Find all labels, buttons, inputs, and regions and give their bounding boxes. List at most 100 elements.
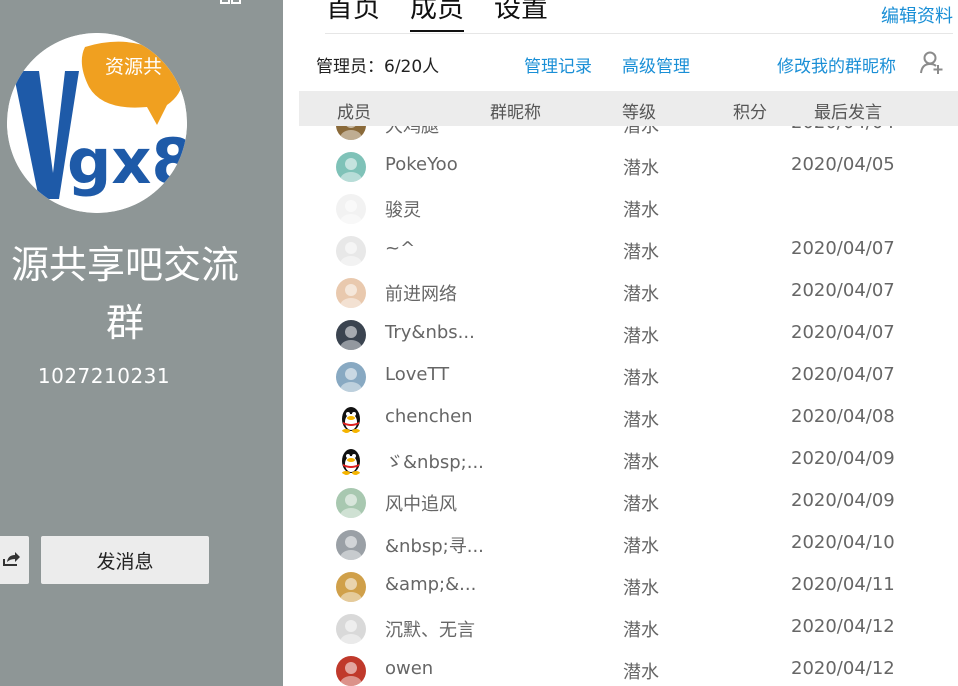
member-level: 潜水 [623,200,659,221]
tab-bar: 首页 成员 设置 [326,0,548,32]
member-avatar-icon[interactable] [336,362,366,392]
member-level: 潜水 [623,126,659,137]
member-nickname: chenchen [385,406,473,427]
table-row[interactable]: 骏灵 潜水 [299,188,958,230]
table-row[interactable]: LoveTT 潜水 2020/04/07 [299,356,958,398]
table-row[interactable]: ~^ 潜水 2020/04/07 [299,230,958,272]
member-level: 潜水 [623,452,659,473]
column-last-message[interactable]: 最后发言 [814,98,882,123]
window-corner-icon[interactable] [220,0,250,6]
member-last-message-date: 2020/04/07 [791,364,895,385]
admin-bar: 管理员：6/20人 管理记录 高级管理 修改我的群昵称 [316,50,946,78]
member-nickname: PokeYoo [385,154,458,175]
member-last-message-date: 2020/04/11 [791,574,895,595]
table-row[interactable]: &nbsp;寻... 潜水 2020/04/10 [299,524,958,566]
member-avatar-icon[interactable] [336,614,366,644]
column-member[interactable]: 成员 [337,98,371,123]
manage-log-link[interactable]: 管理记录 [524,52,592,77]
member-nickname: 前进网络 [385,284,457,305]
table-row[interactable]: owen 潜水 2020/04/12 [299,650,958,686]
member-nickname: 风中追风 [385,494,457,515]
member-nickname: &nbsp;寻... [385,536,484,557]
tab-1[interactable]: 成员 [410,0,464,32]
table-row[interactable]: &amp;&... 潜水 2020/04/11 [299,566,958,608]
group-name-line1: 源共享吧交流 [10,243,239,287]
member-last-message-date: 2020/04/07 [791,280,895,301]
member-level: 潜水 [623,158,659,179]
table-row[interactable]: PokeYoo 潜水 2020/04/05 [299,146,958,188]
group-id: 1027210231 [37,364,171,388]
member-last-message-date: 2020/04/12 [791,658,895,679]
group-profile-window: 资源共 gx8 源共享吧交流 群 1027210231 发消息 首页 成员 设置 编… [0,0,958,686]
group-info-panel: 资源共 gx8 源共享吧交流 群 1027210231 发消息 [0,0,283,686]
member-last-message-date: 2020/04/08 [791,406,895,427]
member-table-header: 成员 群昵称 等级 积分 最后发言 [299,91,958,126]
group-name-line2: 群 [105,301,144,345]
table-row[interactable]: 大鸡腿 潜水 2020/04/04 [299,126,958,146]
table-row[interactable]: 风中追风 潜水 2020/04/09 [299,482,958,524]
member-avatar-icon[interactable] [336,126,366,140]
member-level: 潜水 [623,284,659,305]
member-avatar-icon[interactable] [336,488,366,518]
edit-my-nickname-link[interactable]: 修改我的群昵称 [777,52,896,77]
member-nickname: ~^ [385,238,416,259]
member-avatar-icon[interactable] [336,152,366,182]
column-level[interactable]: 等级 [622,98,656,123]
member-last-message-date: 2020/04/07 [791,322,895,343]
member-last-message-date: 2020/04/10 [791,532,895,553]
member-nickname: 大鸡腿 [385,126,439,137]
member-avatar-icon[interactable] [336,320,366,350]
share-button[interactable] [0,536,29,584]
table-row[interactable]: chenchen 潜水 2020/04/08 [299,398,958,440]
group-avatar: 资源共 gx8 [7,33,187,213]
member-last-message-date: 2020/04/05 [791,154,895,175]
column-nickname[interactable]: 群昵称 [490,98,541,123]
member-level: 潜水 [623,242,659,263]
member-last-message-date: 2020/04/09 [791,448,895,469]
add-member-icon[interactable] [920,50,944,76]
member-nickname: ゞ&nbsp;... [385,452,484,473]
avatar-text-top: 资源共 [105,56,162,78]
member-nickname: 沉默、无言 [385,620,475,641]
member-nickname: owen [385,658,434,679]
edit-profile-link[interactable]: 编辑资料 [881,2,953,28]
member-avatar-icon[interactable] [336,194,366,224]
table-row[interactable]: 前进网络 潜水 2020/04/07 [299,272,958,314]
member-avatar-icon[interactable] [336,530,366,560]
member-avatar-icon[interactable] [336,446,366,476]
tab-0[interactable]: 首页 [326,0,380,29]
member-level: 潜水 [623,578,659,599]
header-divider [325,33,953,34]
member-level: 潜水 [623,368,659,389]
member-nickname: &amp;&... [385,574,477,595]
member-level: 潜水 [623,536,659,557]
member-list[interactable]: 大鸡腿潜水2020/04/04PokeYoo潜水2020/04/05骏灵潜水~^… [299,126,958,686]
member-level: 潜水 [623,494,659,515]
table-row[interactable]: Try&nbs... 潜水 2020/04/07 [299,314,958,356]
member-level: 潜水 [623,326,659,347]
member-nickname: 骏灵 [385,200,421,221]
member-level: 潜水 [623,662,659,683]
member-nickname: LoveTT [385,364,450,385]
member-avatar-icon[interactable] [336,278,366,308]
member-level: 潜水 [623,410,659,431]
member-avatar-icon[interactable] [336,404,366,434]
member-last-message-date: 2020/04/12 [791,616,895,637]
member-last-message-date: 2020/04/07 [791,238,895,259]
member-nickname: Try&nbs... [385,322,475,343]
member-avatar-icon[interactable] [336,236,366,266]
member-avatar-icon[interactable] [336,572,366,602]
send-message-button[interactable]: 发消息 [41,536,209,584]
table-row[interactable]: 沉默、无言 潜水 2020/04/12 [299,608,958,650]
advanced-manage-link[interactable]: 高级管理 [622,52,690,77]
svg-text:gx8: gx8 [67,125,187,198]
table-row[interactable]: ゞ&nbsp;... 潜水 2020/04/09 [299,440,958,482]
share-icon [2,552,20,566]
member-avatar-icon[interactable] [336,656,366,686]
group-name: 源共享吧交流 群 [0,236,270,352]
column-points[interactable]: 积分 [733,98,767,123]
member-last-message-date: 2020/04/04 [791,126,895,133]
tab-2[interactable]: 设置 [494,0,548,29]
member-last-message-date: 2020/04/09 [791,490,895,511]
member-level: 潜水 [623,620,659,641]
